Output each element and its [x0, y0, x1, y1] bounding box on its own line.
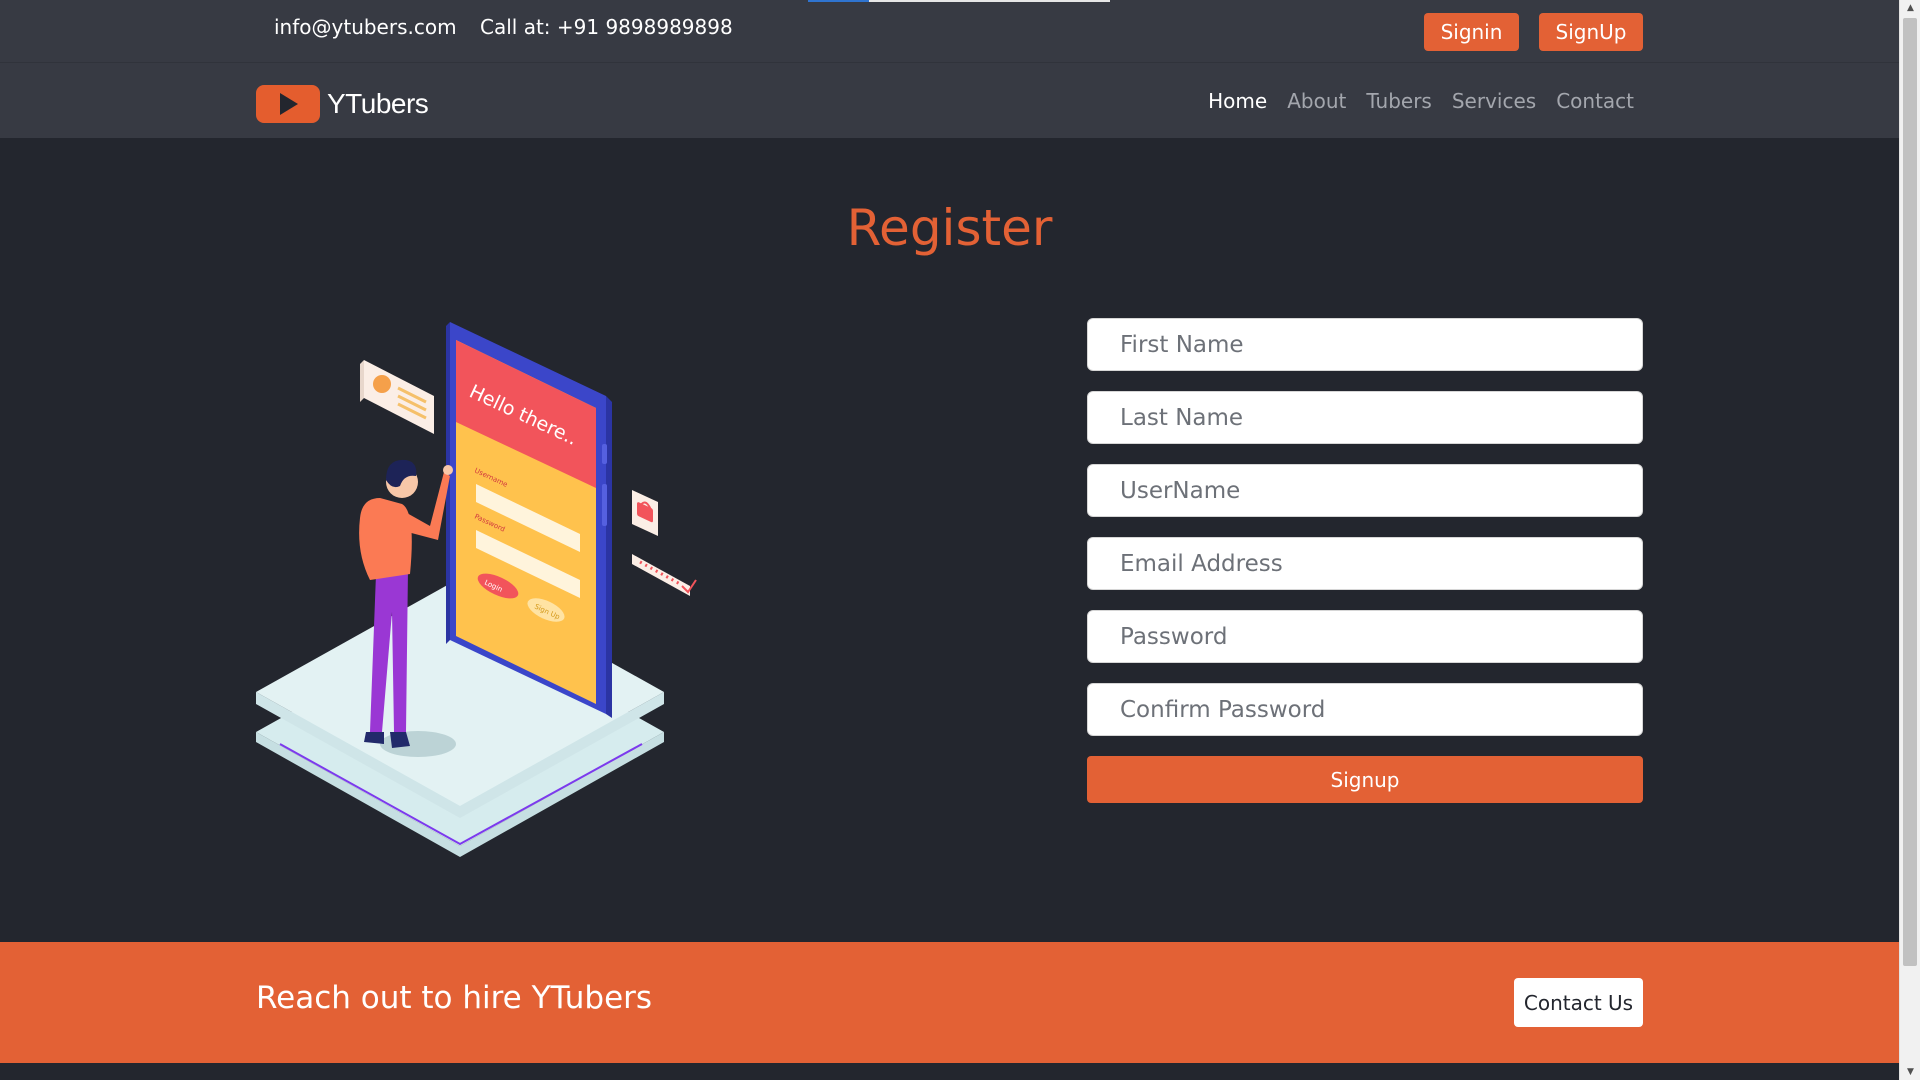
browser-viewport: info@ytubers.com Call at: +91 9898989898…: [0, 0, 1899, 1080]
nav-links: Home About Tubers Services Contact: [1208, 89, 1634, 113]
page-load-indicator: [808, 0, 1110, 2]
nav-home[interactable]: Home: [1208, 89, 1267, 113]
last-name-input[interactable]: [1087, 391, 1643, 444]
register-illustration: Hello there.. Username Password Login Si…: [250, 312, 710, 892]
vertical-scrollbar[interactable]: ▲ ▼: [1899, 0, 1920, 1080]
signin-button[interactable]: Signin: [1424, 13, 1519, 51]
hire-cta-band: Reach out to hire YTubers Contact Us: [0, 942, 1899, 1063]
username-input[interactable]: [1087, 464, 1643, 517]
nav-about[interactable]: About: [1287, 89, 1346, 113]
scroll-down-arrow-icon[interactable]: ▼: [1900, 1064, 1920, 1080]
email-input[interactable]: [1087, 537, 1643, 590]
main-navbar: YTubers Home About Tubers Services Conta…: [0, 62, 1899, 138]
brand-logo-link[interactable]: YTubers: [256, 85, 429, 123]
nav-contact[interactable]: Contact: [1556, 89, 1634, 113]
top-bar: info@ytubers.com Call at: +91 9898989898…: [0, 0, 1899, 62]
scroll-up-arrow-icon[interactable]: ▲: [1900, 0, 1920, 16]
page-title: Register: [846, 199, 1053, 257]
signup-button[interactable]: SignUp: [1539, 13, 1643, 51]
password-input[interactable]: [1087, 610, 1643, 663]
register-form: Signup: [1087, 318, 1643, 803]
play-logo-icon: [256, 85, 320, 123]
cta-heading: Reach out to hire YTubers: [256, 980, 653, 1016]
signup-submit-button[interactable]: Signup: [1087, 756, 1643, 803]
scroll-thumb[interactable]: [1903, 18, 1917, 966]
nav-services[interactable]: Services: [1452, 89, 1536, 113]
contact-us-button[interactable]: Contact Us: [1514, 978, 1643, 1027]
brand-name: YTubers: [327, 88, 429, 119]
first-name-input[interactable]: [1087, 318, 1643, 371]
nav-tubers[interactable]: Tubers: [1366, 89, 1432, 113]
confirm-password-input[interactable]: [1087, 683, 1643, 736]
contact-email: info@ytubers.com: [274, 15, 457, 39]
contact-phone: Call at: +91 9898989898: [480, 15, 733, 39]
